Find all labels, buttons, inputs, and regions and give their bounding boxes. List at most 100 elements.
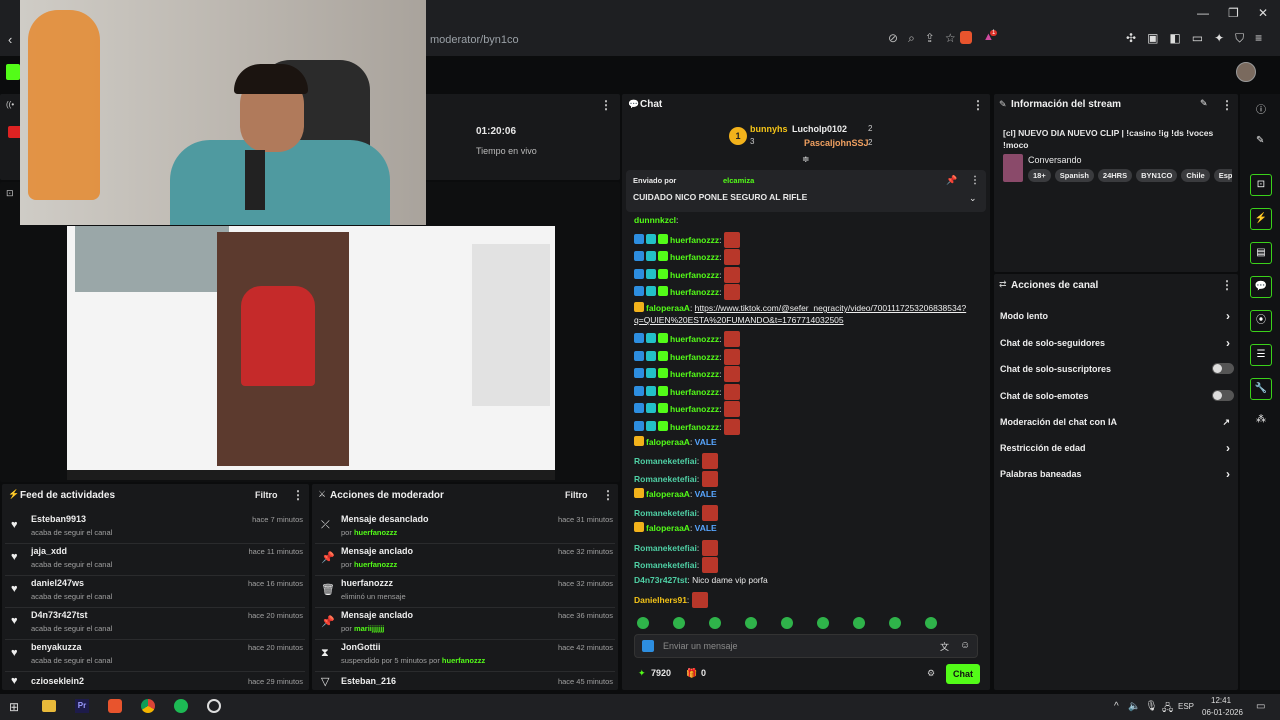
- minimize-icon[interactable]: —: [1197, 6, 1209, 20]
- edit-icon[interactable]: ✎: [1200, 98, 1208, 109]
- chat-message[interactable]: Danielhers91:: [634, 592, 708, 608]
- pinned-author[interactable]: elcamiza: [723, 176, 754, 185]
- file-explorer-icon[interactable]: [42, 700, 56, 712]
- expand-icon[interactable]: ≑: [802, 154, 810, 165]
- list-icon[interactable]: ☰: [1250, 344, 1272, 366]
- chat-message[interactable]: faloperaaA: VALE: [634, 488, 717, 499]
- list-item[interactable]: ♥ D4n73r427tst acaba de seguir el canal hac…: [5, 608, 305, 640]
- feed-filter-button[interactable]: Filtro: [255, 490, 278, 500]
- emote-icon[interactable]: [673, 617, 685, 629]
- pin-icon[interactable]: 📌: [946, 175, 957, 186]
- chat-username[interactable]: dunnnkzcl: [634, 215, 676, 225]
- chat-message[interactable]: huerfanozzz:: [634, 349, 740, 365]
- send-chat-button[interactable]: Chat: [946, 664, 980, 684]
- tag[interactable]: 24HRS: [1097, 169, 1133, 182]
- chat-username[interactable]: huerfanozzz: [670, 235, 719, 245]
- chat-username[interactable]: D4n73r427tst: [634, 575, 687, 585]
- chrome-icon[interactable]: [141, 699, 155, 713]
- chat-message[interactable]: huerfanozzz:: [634, 249, 740, 265]
- back-arrow-icon[interactable]: ‹: [8, 32, 12, 47]
- category-name[interactable]: Conversando: [1028, 155, 1082, 165]
- bookmark-icon[interactable]: ☆: [945, 31, 956, 46]
- close-icon[interactable]: ✕: [1258, 6, 1268, 20]
- emote-icon[interactable]: [637, 617, 649, 629]
- list-item[interactable]: 📌 Mensaje anclado por mariijjjjjj hace 36 m…: [315, 608, 615, 640]
- gift-icon[interactable]: 🎁: [686, 668, 697, 679]
- wrench-icon[interactable]: 🔧: [1250, 378, 1272, 400]
- chat-username[interactable]: huerfanozzz: [670, 270, 719, 280]
- chat-username[interactable]: huerfanozzz: [670, 404, 719, 414]
- zoom-icon[interactable]: ⌕: [908, 31, 915, 46]
- chat-message[interactable]: huerfanozzz:: [634, 384, 740, 400]
- chat-message[interactable]: Romaneketefiai:: [634, 557, 718, 573]
- menu-icon[interactable]: ≡: [1255, 31, 1262, 46]
- brave-browser-icon[interactable]: [108, 699, 122, 713]
- translate-icon[interactable]: 文: [940, 640, 949, 653]
- category-thumbnail[interactable]: [1003, 154, 1023, 182]
- chat-username[interactable]: faloperaaA: [646, 489, 690, 499]
- pinned-message[interactable]: [626, 170, 986, 212]
- emoji-icon[interactable]: ☺: [960, 640, 970, 651]
- chat-message[interactable]: Romaneketefiai:: [634, 505, 718, 521]
- volume-icon[interactable]: 🔈: [1128, 701, 1140, 712]
- chat-username[interactable]: faloperaaA: [646, 303, 690, 313]
- chat-message[interactable]: huerfanozzz:: [634, 366, 740, 382]
- avatar[interactable]: [1236, 62, 1256, 82]
- list-item[interactable]: ♥ czioseklein2 hace 29 minutos: [5, 672, 305, 690]
- emote-icon[interactable]: [925, 617, 937, 629]
- chat-message[interactable]: Romaneketefiai:: [634, 540, 718, 556]
- action-banned-words[interactable]: Palabras baneadas ›: [1000, 467, 1236, 481]
- list-item[interactable]: ⧗ JonGottii suspendido por 5 minutos por h…: [315, 640, 615, 672]
- chat-link-continued[interactable]: q=QUIEN%20ESTA%20FUMANDO&t=1767714032505: [634, 315, 966, 325]
- chat-username[interactable]: huerfanozzz: [670, 334, 719, 344]
- chat-message[interactable]: huerfanozzz:: [634, 419, 740, 435]
- chat-message[interactable]: huerfanozzz:: [634, 401, 740, 417]
- chat-username[interactable]: huerfanozzz: [670, 252, 719, 262]
- mod-user[interactable]: huerfanozzz: [442, 656, 485, 665]
- notes-icon[interactable]: ▤: [1250, 242, 1272, 264]
- network-icon[interactable]: 🖧: [1162, 701, 1173, 718]
- obs-icon[interactable]: [207, 699, 221, 713]
- tag[interactable]: BYN1CO: [1136, 169, 1178, 182]
- emote-icon[interactable]: [709, 617, 721, 629]
- mod-user[interactable]: mariijjjjjj: [354, 624, 384, 633]
- emote-icon[interactable]: [817, 617, 829, 629]
- vpn-icon[interactable]: ⛉: [1235, 31, 1244, 46]
- tag[interactable]: Spanish: [1054, 169, 1094, 182]
- toggle-switch[interactable]: [1212, 390, 1234, 401]
- settings-icon[interactable]: ⚙: [927, 668, 935, 679]
- chat-link[interactable]: https://www.tiktok.com/@sefer_negracity/…: [695, 303, 967, 313]
- chat-username[interactable]: huerfanozzz: [670, 369, 719, 379]
- clock-time[interactable]: 12:41: [1211, 696, 1231, 705]
- chat-message[interactable]: huerfanozzz:: [634, 267, 740, 283]
- notification-icon[interactable]: ▭: [1256, 701, 1265, 712]
- pinned-more-icon[interactable]: ⋮: [970, 175, 980, 186]
- tab-search-icon[interactable]: ▣: [1147, 31, 1158, 46]
- sidebar-icon[interactable]: ◧: [1169, 31, 1180, 46]
- wallet-icon[interactable]: ▭: [1192, 31, 1203, 46]
- kick-logo[interactable]: [6, 64, 20, 80]
- mod-filter-button[interactable]: Filtro: [565, 490, 588, 500]
- spotify-icon[interactable]: [174, 699, 188, 713]
- chat-message[interactable]: Romaneketefiai:: [634, 453, 718, 469]
- list-item[interactable]: ♥ jaja_xdd acaba de seguir el canal hace 11…: [5, 544, 305, 576]
- chat-username[interactable]: Romaneketefiai: [634, 560, 697, 570]
- chat-message[interactable]: huerfanozzz:: [634, 331, 740, 347]
- top-gifter-name[interactable]: bunnyhs: [750, 124, 788, 134]
- eye-off-icon[interactable]: ⊘: [888, 31, 898, 46]
- chat-message[interactable]: dunnnkzcl:: [634, 215, 678, 225]
- chat-message[interactable]: faloperaaA: VALE: [634, 436, 717, 447]
- actions-more-icon[interactable]: ⋮: [1221, 278, 1233, 292]
- info-more-icon[interactable]: ⋮: [1221, 98, 1233, 112]
- chat-more-icon[interactable]: ⋮: [972, 98, 984, 112]
- pencil-icon[interactable]: ✎: [1256, 135, 1264, 146]
- emote-icon[interactable]: [745, 617, 757, 629]
- gifter-name[interactable]: PascaljohnSSJ: [804, 138, 869, 148]
- mod-more-icon[interactable]: ⋮: [602, 488, 614, 502]
- list-item[interactable]: 🗑 huerfanozzz eliminó un mensaje hace 32 mi…: [315, 576, 615, 608]
- list-item[interactable]: ♥ daniel247ws acaba de seguir el canal hace…: [5, 576, 305, 608]
- chat-username[interactable]: Romaneketefiai: [634, 474, 697, 484]
- chat-username[interactable]: huerfanozzz: [670, 287, 719, 297]
- tag[interactable]: Chile: [1181, 169, 1210, 182]
- chat-username[interactable]: Romaneketefiai: [634, 543, 697, 553]
